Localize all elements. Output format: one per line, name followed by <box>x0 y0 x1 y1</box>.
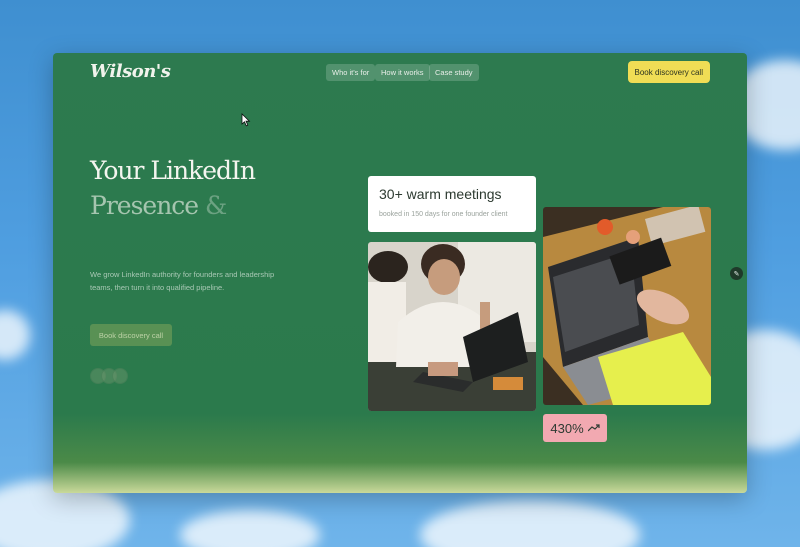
social-proof-avatars <box>90 368 128 384</box>
nav-link-case-study[interactable]: Case study <box>429 64 479 81</box>
avatar <box>112 368 128 384</box>
headline-line-1: Your LinkedIn <box>90 156 256 185</box>
growth-badge: 430% <box>543 414 607 442</box>
cloud <box>180 510 320 547</box>
headline-ampersand: & <box>205 191 227 220</box>
headline-line-2: Presence & <box>90 188 255 223</box>
website-preview-window: Wilson's Who it's for How it works Case … <box>53 53 747 493</box>
headline-presence: Presence <box>90 191 199 220</box>
hero-headline: Your LinkedIn Presence & <box>90 153 256 223</box>
nav-link-how-it-works[interactable]: How it works <box>375 64 430 81</box>
hero-subtext: We grow LinkedIn authority for founders … <box>90 270 275 292</box>
growth-value: 430% <box>550 420 584 436</box>
edit-pencil-icon[interactable]: ✎ <box>730 267 743 280</box>
nav-book-discovery-call-button[interactable]: Book discovery call <box>627 61 710 83</box>
stat-card: 30+ warm meetings booked in 150 days for… <box>368 176 536 232</box>
brand-logo[interactable]: Wilson's <box>90 61 171 82</box>
stat-subtitle: booked in 150 days for one founder clien… <box>379 211 508 218</box>
cloud <box>0 310 30 360</box>
mouse-cursor-icon <box>241 113 251 127</box>
trend-up-icon <box>587 424 600 432</box>
cloud <box>420 500 640 547</box>
nav-link-who-its-for[interactable]: Who it's for <box>326 64 376 81</box>
stat-title: 30+ warm meetings <box>379 186 502 202</box>
hero-book-discovery-call-button[interactable]: Book discovery call <box>90 324 172 346</box>
team-laptop-photo <box>368 242 536 411</box>
desk-workspace-photo <box>543 207 711 405</box>
